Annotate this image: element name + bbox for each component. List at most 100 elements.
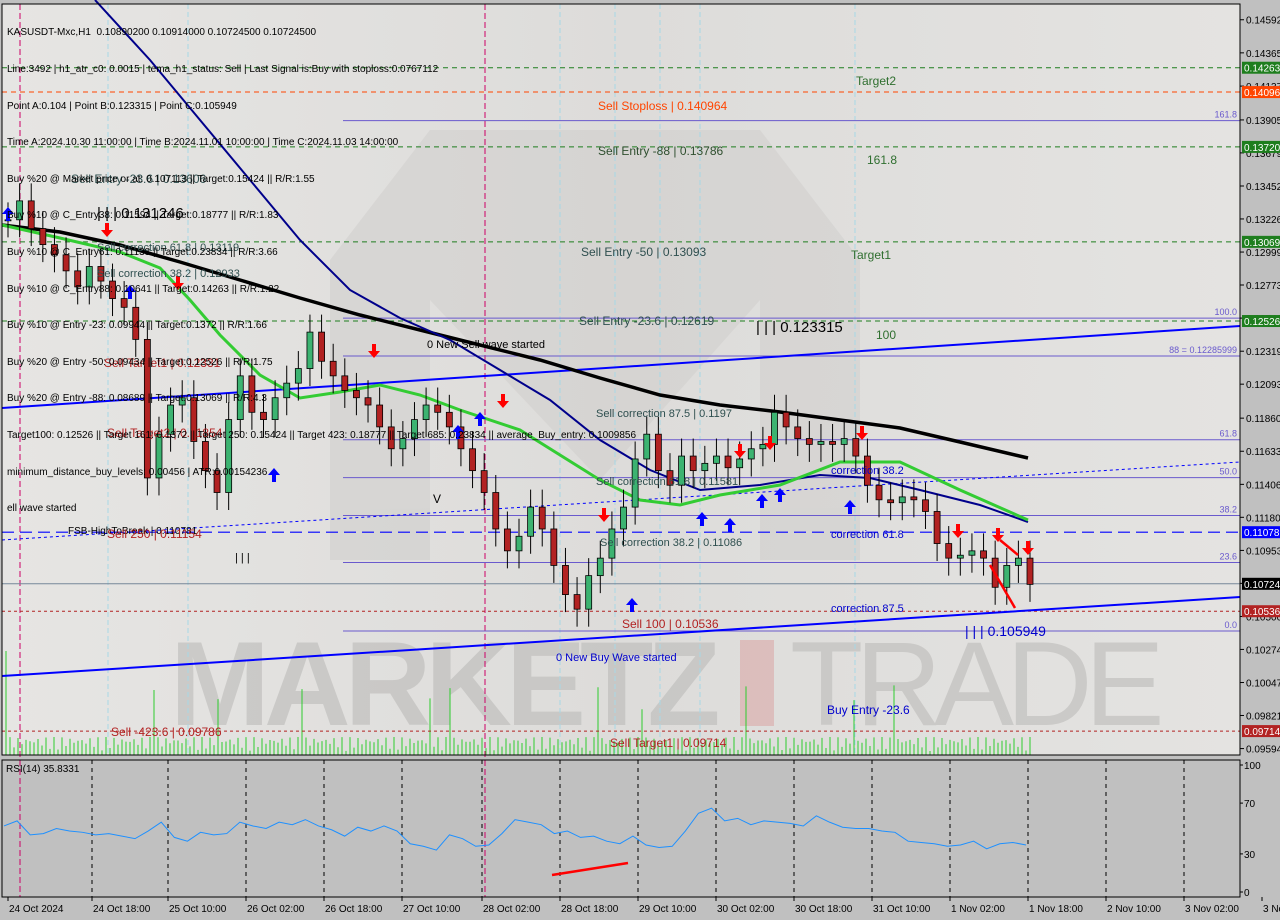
rsi-tick-label: 30 <box>1244 850 1256 861</box>
price-badge-label: 0.13069 <box>1244 238 1280 249</box>
candle-body <box>910 496 918 501</box>
candle-body <box>1026 557 1034 585</box>
candle-body <box>585 575 593 610</box>
info-line: Line:3492 | h1_atr_c0: 0.0015 | tema_h1_… <box>7 64 439 75</box>
price-tick-label: 0.13905 <box>1246 116 1280 127</box>
time-tick-label: 31 Oct 10:00 <box>873 904 931 915</box>
candle-body <box>794 426 802 439</box>
candle-body <box>771 411 778 445</box>
rsi-tick-label: 70 <box>1244 799 1256 810</box>
time-tick-label: 1 Nov 02:00 <box>951 904 1005 915</box>
candle-body <box>1003 565 1011 588</box>
price-tick-label: 0.12319 <box>1246 347 1280 358</box>
candle-body <box>654 433 662 472</box>
time-tick-label: 26 Oct 02:00 <box>247 904 305 915</box>
fib-level-label: 100.0 <box>1214 307 1237 317</box>
price-tick-label: 0.14365 <box>1246 49 1280 60</box>
fib-level-label: 61.8 <box>1219 429 1237 439</box>
chart-annotation: Target1 <box>851 248 891 262</box>
fib-level-label: 50.0 <box>1219 467 1237 477</box>
price-tick-label: 0.13226 <box>1246 215 1280 226</box>
candle-body <box>596 557 604 577</box>
info-line: Buy %10 @ C_Entry88: 0.10641 || Target:0… <box>7 283 280 295</box>
candle-body <box>968 550 976 556</box>
chart-annotation: 161.8 <box>867 153 897 167</box>
time-tick-label: 24 Oct 2024 <box>9 904 64 915</box>
candle-body <box>515 535 523 552</box>
chart-annotation: | | | 0.105949 <box>965 623 1046 639</box>
candle-body <box>736 458 744 469</box>
info-line: minimum_distance_buy_levels: 0.00456 | A… <box>7 466 268 478</box>
chart-annotation: 100 <box>876 328 896 342</box>
candle-body <box>689 455 697 472</box>
candle-body <box>805 438 813 445</box>
price-tick-label: 0.11633 <box>1246 447 1280 458</box>
chart-annotation: 0 New Buy Wave started <box>556 652 677 664</box>
fib-level-label: 38.2 <box>1219 505 1237 515</box>
price-tick-label: 0.10953 <box>1246 546 1280 557</box>
price-tick-label: 0.12093 <box>1246 380 1280 391</box>
time-tick-label: 3 Nov 18:00 <box>1263 904 1280 915</box>
time-tick-label: 28 Oct 02:00 <box>483 904 541 915</box>
fib-level-label: 88 = 0.12285999 <box>1169 345 1237 355</box>
price-tick-label: 0.12999 <box>1246 248 1280 259</box>
rsi-tick-label: 100 <box>1244 761 1261 772</box>
price-badge-label: 0.14263 <box>1244 64 1280 75</box>
price-tick-label: 0.13452 <box>1246 182 1280 193</box>
price-badge-label: 0.13720 <box>1244 143 1280 154</box>
candle-body <box>747 448 755 460</box>
chart-annotation: correction 87.5 <box>831 603 904 615</box>
candle-body <box>887 499 895 504</box>
chart-annotation: | | | <box>235 552 250 564</box>
info-line: Buy %10 @ C_Entry61: 0.11138 || Target:0… <box>7 246 278 258</box>
info-line: Time A:2024.10.30 11:00:00 | Time B:2024… <box>7 137 399 149</box>
time-tick-label: 29 Oct 10:00 <box>639 904 697 915</box>
price-tick-label: 0.11406 <box>1246 480 1280 491</box>
chart-annotation: Sell 100 | 0.10536 <box>622 617 719 631</box>
price-badge-label: 0.10724 <box>1244 580 1280 591</box>
candle-body <box>945 543 953 559</box>
time-tick-label: 3 Nov 02:00 <box>1185 904 1239 915</box>
chart-annotation: | | | 0.123315 <box>756 319 843 336</box>
info-line: Buy %20 @ Market price or at: 0.107113 |… <box>7 173 315 185</box>
price-axis <box>1240 0 1280 920</box>
candle-body <box>550 528 558 566</box>
candle-body <box>980 550 987 559</box>
candle-body <box>573 594 581 610</box>
price-badge-label: 0.10536 <box>1244 607 1280 618</box>
candle-body <box>713 455 720 464</box>
price-tick-label: 0.14592 <box>1246 16 1280 27</box>
fib-level-label: 161.8 <box>1214 110 1237 120</box>
price-tick-label: 0.11860 <box>1246 414 1280 425</box>
watermark-bar <box>740 640 774 726</box>
candle-body <box>933 511 941 544</box>
candle-body <box>503 528 511 552</box>
candle-body <box>724 455 732 469</box>
price-tick-label: 0.12773 <box>1246 281 1280 292</box>
candle-body <box>562 565 569 595</box>
info-line: Buy %10 @ Entry -23: 0.09944 || Target:0… <box>7 320 267 332</box>
watermark-text: MARKETZ <box>170 617 717 751</box>
info-line: Buy %20 @ Entry -50: 0.09434 || Target:0… <box>7 356 273 368</box>
candle-body <box>759 443 767 450</box>
rsi-label: RSI(14) 35.8331 <box>6 764 80 775</box>
chart-annotation: Sell 250 | 0.11154 <box>107 527 202 541</box>
candle-body <box>701 462 709 472</box>
candle-body <box>898 496 906 504</box>
candle-body <box>817 441 825 445</box>
time-tick-label: 27 Oct 10:00 <box>403 904 461 915</box>
price-badge-label: 0.14096 <box>1244 88 1280 99</box>
time-tick-label: 26 Oct 18:00 <box>325 904 383 915</box>
candle-body <box>782 411 790 428</box>
chart-annotation: Sell Target1 | 0.09714 <box>610 736 727 750</box>
chart-annotation: correction 61.8 <box>831 529 904 541</box>
price-badge-label: 0.09714 <box>1244 727 1280 738</box>
price-badge-label: 0.12526 <box>1244 317 1280 328</box>
chart-annotation: Buy Entry -23.6 <box>827 703 910 717</box>
time-tick-label: 24 Oct 18:00 <box>93 904 151 915</box>
indicator-info-panel: KASUSDT-Mxc,H1 0.10890200 0.10914000 0.1… <box>7 3 636 528</box>
candle-body <box>829 441 836 445</box>
fib-level-label: 0.0 <box>1224 620 1237 630</box>
info-line: Buy %10 @ C_Entry38: 0.11594 || Target:0… <box>7 210 279 222</box>
time-tick-label: 25 Oct 10:00 <box>169 904 227 915</box>
